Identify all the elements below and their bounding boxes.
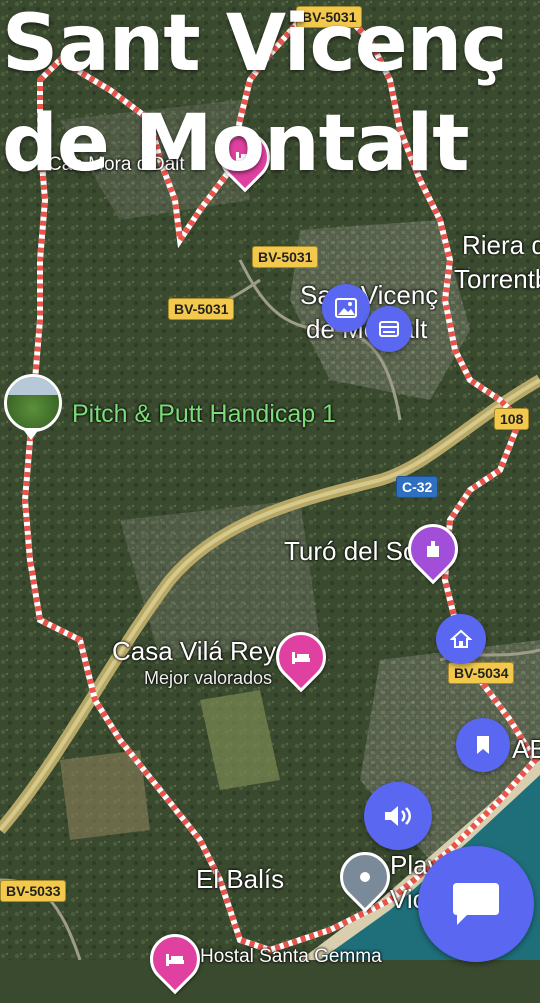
page-title: Sant Vicenç de Montalt (2, 0, 507, 194)
place-label-el-balis[interactable]: El Balís (196, 864, 284, 895)
road-label-108: 108 (494, 408, 530, 430)
title-line-2: de Montalt (2, 99, 470, 189)
place-label-hostal[interactable]: Hostal Santa Gemma (200, 946, 382, 968)
road-label-bv5031-mid: BV-5031 (252, 246, 319, 268)
place-label-pitch-putt[interactable]: Pitch & Putt Handicap 1 (72, 400, 336, 429)
place-label-riera-line2[interactable]: Torrentb (454, 264, 540, 295)
chat-icon (453, 883, 499, 925)
road-label-bv5034: BV-5034 (448, 662, 515, 684)
card-icon (379, 321, 399, 337)
road-label-bv5031-left: BV-5031 (168, 298, 235, 320)
bookmark-button[interactable] (456, 718, 510, 772)
road-label-c32: C-32 (396, 476, 439, 498)
speaker-button[interactable] (364, 782, 432, 850)
photo-pin-pitch-putt[interactable] (4, 374, 62, 432)
place-label-casa-vila-reyes[interactable]: Casa Vilá Reyes (112, 636, 304, 667)
title-line-1: Sant Vicenç (2, 0, 507, 89)
monument-icon (411, 527, 455, 571)
road-label-bv5033: BV-5033 (0, 880, 67, 902)
place-label-turo-del-sol[interactable]: Turó del Sol (284, 536, 423, 567)
place-label-ab[interactable]: AB (512, 734, 540, 765)
place-sublabel-mejor-valorados: Mejor valorados (144, 668, 273, 688)
chat-button[interactable] (418, 846, 534, 962)
card-button[interactable] (366, 306, 412, 352)
photo-button[interactable] (322, 284, 370, 332)
location-dot-icon (343, 855, 387, 899)
speaker-icon (385, 806, 411, 826)
home-icon (450, 629, 472, 648)
place-label-riera-line1[interactable]: Riera d (462, 230, 540, 261)
bed-icon (153, 937, 197, 981)
image-icon (335, 298, 357, 318)
home-button[interactable] (436, 614, 486, 664)
bookmark-icon (477, 736, 489, 754)
bed-icon (279, 635, 323, 679)
photo-pin-tail (22, 428, 40, 440)
